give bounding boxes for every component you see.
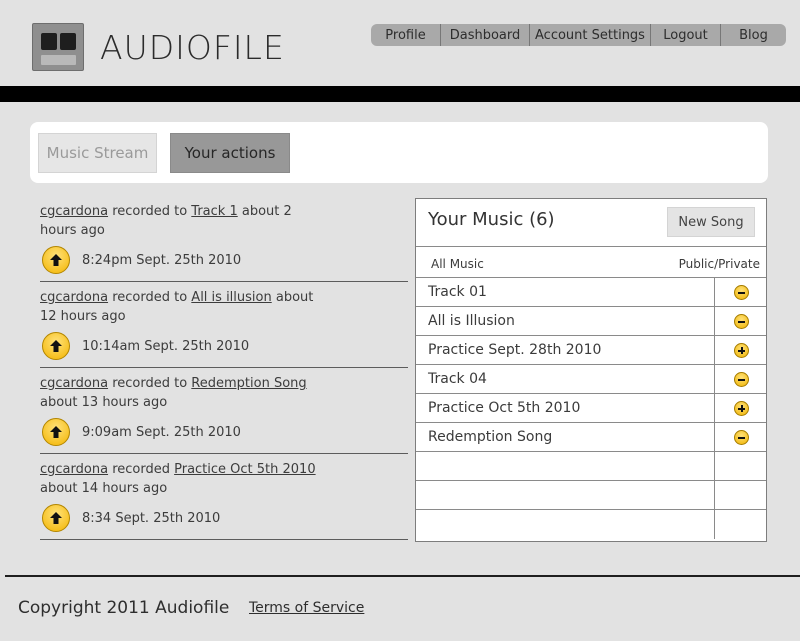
logo-icon bbox=[32, 23, 84, 71]
table-row: Track 01 bbox=[416, 278, 766, 307]
activity-timestamp: 8:34 Sept. 25th 2010 bbox=[82, 510, 221, 526]
music-table-header: All Music Public/Private bbox=[416, 246, 766, 278]
activity-verb: recorded to bbox=[112, 376, 188, 391]
activity-stream: cgcardona recorded to Track 1 about 2 ho… bbox=[40, 196, 408, 540]
activity-ago: about 13 hours ago bbox=[40, 395, 168, 410]
top-navigation: Profile Dashboard Account Settings Logou… bbox=[371, 24, 786, 46]
activity-track-link[interactable]: Track 1 bbox=[191, 204, 237, 219]
column-divider bbox=[714, 510, 715, 539]
activity-user-link[interactable]: cgcardona bbox=[40, 376, 108, 391]
table-row bbox=[416, 481, 766, 510]
track-name[interactable]: Practice Oct 5th 2010 bbox=[428, 400, 580, 416]
column-divider bbox=[714, 365, 715, 393]
logo-mouth bbox=[41, 55, 76, 65]
activity-user-link[interactable]: cgcardona bbox=[40, 462, 108, 477]
activity-timestamp: 8:24pm Sept. 25th 2010 bbox=[82, 252, 242, 268]
activity-track-link[interactable]: All is illusion bbox=[191, 290, 271, 305]
column-divider bbox=[714, 452, 715, 480]
nav-blog[interactable]: Blog bbox=[721, 24, 786, 46]
nav-logout[interactable]: Logout bbox=[651, 24, 721, 46]
activity-time-row: 8:34 Sept. 25th 2010 bbox=[42, 504, 220, 532]
upload-arrow-icon[interactable] bbox=[42, 332, 70, 360]
nav-profile[interactable]: Profile bbox=[371, 24, 441, 46]
upload-arrow-icon[interactable] bbox=[42, 504, 70, 532]
upload-arrow-icon[interactable] bbox=[42, 246, 70, 274]
activity-item: cgcardona recorded to Track 1 about 2 ho… bbox=[40, 196, 408, 282]
activity-verb: recorded to bbox=[112, 290, 188, 305]
plus-icon[interactable] bbox=[734, 401, 749, 416]
activity-timestamp: 10:14am Sept. 25th 2010 bbox=[82, 338, 250, 354]
tab-your-actions[interactable]: Your actions bbox=[170, 133, 290, 173]
table-row: Track 04 bbox=[416, 365, 766, 394]
new-song-button[interactable]: New Song bbox=[667, 207, 755, 237]
table-row bbox=[416, 510, 766, 539]
footer-divider bbox=[5, 575, 800, 577]
table-row bbox=[416, 452, 766, 481]
logo-eye-left bbox=[41, 33, 57, 50]
column-divider bbox=[714, 307, 715, 335]
activity-text: cgcardona recorded Practice Oct 5th 2010… bbox=[40, 460, 330, 498]
upload-arrow-icon[interactable] bbox=[42, 418, 70, 446]
nav-dashboard[interactable]: Dashboard bbox=[441, 24, 530, 46]
column-divider bbox=[714, 394, 715, 422]
logo-eye-right bbox=[60, 33, 76, 50]
track-name[interactable]: All is Illusion bbox=[428, 313, 515, 329]
activity-time-row: 9:09am Sept. 25th 2010 bbox=[42, 418, 241, 446]
copyright-text: Copyright 2011 Audiofile bbox=[18, 598, 230, 618]
table-row: Practice Oct 5th 2010 bbox=[416, 394, 766, 423]
activity-time-row: 10:14am Sept. 25th 2010 bbox=[42, 332, 249, 360]
activity-verb: recorded to bbox=[112, 204, 188, 219]
activity-time-row: 8:24pm Sept. 25th 2010 bbox=[42, 246, 241, 274]
table-row: Practice Sept. 28th 2010 bbox=[416, 336, 766, 365]
track-name[interactable]: Redemption Song bbox=[428, 429, 552, 445]
minus-icon[interactable] bbox=[734, 314, 749, 329]
column-divider bbox=[714, 336, 715, 364]
column-divider bbox=[714, 278, 715, 306]
header-divider-bar bbox=[0, 86, 800, 102]
activity-track-link[interactable]: Practice Oct 5th 2010 bbox=[174, 462, 316, 477]
activity-text: cgcardona recorded to All is illusion ab… bbox=[40, 288, 330, 326]
activity-text: cgcardona recorded to Track 1 about 2 ho… bbox=[40, 202, 330, 240]
activity-item: cgcardona recorded to All is illusion ab… bbox=[40, 282, 408, 368]
column-divider bbox=[714, 423, 715, 451]
music-table-body: Track 01 All is Illusion Practice Sept. 28… bbox=[416, 278, 766, 539]
activity-ago: about 14 hours ago bbox=[40, 481, 168, 496]
activity-item: cgcardona recorded Practice Oct 5th 2010… bbox=[40, 454, 408, 540]
activity-user-link[interactable]: cgcardona bbox=[40, 204, 108, 219]
tab-music-stream[interactable]: Music Stream bbox=[38, 133, 157, 173]
table-row: All is Illusion bbox=[416, 307, 766, 336]
activity-user-link[interactable]: cgcardona bbox=[40, 290, 108, 305]
activity-timestamp: 9:09am Sept. 25th 2010 bbox=[82, 424, 241, 440]
table-row: Redemption Song bbox=[416, 423, 766, 452]
minus-icon[interactable] bbox=[734, 430, 749, 445]
logo-text[interactable]: AUDIOFILE bbox=[100, 28, 285, 67]
activity-verb: recorded bbox=[112, 462, 170, 477]
track-name[interactable]: Practice Sept. 28th 2010 bbox=[428, 342, 601, 358]
music-panel-title: Your Music (6) bbox=[428, 209, 555, 230]
your-music-panel: Your Music (6) New Song All Music Public… bbox=[415, 198, 767, 542]
track-name[interactable]: Track 01 bbox=[428, 284, 487, 300]
col-all-music: All Music bbox=[431, 257, 484, 271]
minus-icon[interactable] bbox=[734, 285, 749, 300]
activity-item: cgcardona recorded to Redemption Song ab… bbox=[40, 368, 408, 454]
track-name[interactable]: Track 04 bbox=[428, 371, 487, 387]
column-divider bbox=[714, 481, 715, 509]
minus-icon[interactable] bbox=[734, 372, 749, 387]
terms-of-service-link[interactable]: Terms of Service bbox=[249, 600, 364, 616]
activity-track-link[interactable]: Redemption Song bbox=[191, 376, 306, 391]
nav-account-settings[interactable]: Account Settings bbox=[530, 24, 651, 46]
plus-icon[interactable] bbox=[734, 343, 749, 358]
activity-text: cgcardona recorded to Redemption Song ab… bbox=[40, 374, 330, 412]
col-public-private: Public/Private bbox=[678, 257, 760, 271]
